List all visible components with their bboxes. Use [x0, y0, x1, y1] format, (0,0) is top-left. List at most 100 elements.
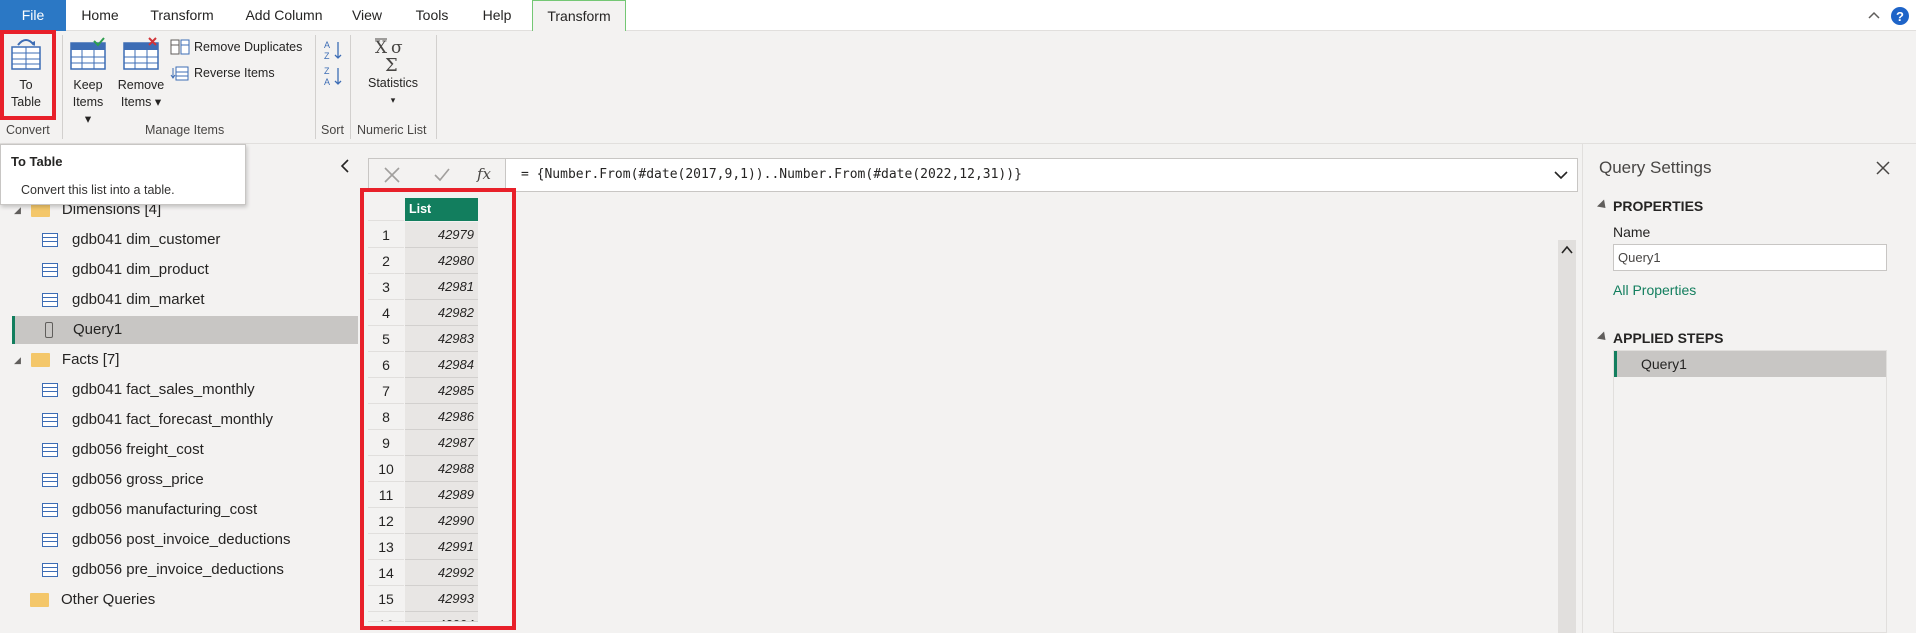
group-label-manage-items: Manage Items: [145, 123, 225, 137]
formula-input[interactable]: = {Number.From(#date(2017,9,1))..Number.…: [521, 167, 1022, 182]
tab-transform[interactable]: Transform: [140, 0, 224, 31]
highlight-to-table: [0, 30, 56, 120]
group-separator: [350, 35, 351, 139]
tab-home[interactable]: Home: [70, 0, 130, 31]
formula-bar: fx = {Number.From(#date(2017,9,1))..Numb…: [368, 158, 1578, 192]
keep-items-label-2: Items ▾: [72, 95, 104, 126]
reverse-items-button[interactable]: Reverse Items: [170, 65, 275, 81]
tab-help[interactable]: Help: [470, 0, 524, 31]
tab-view[interactable]: View: [342, 0, 392, 31]
tooltip-description: Convert this list into a table.: [21, 183, 175, 197]
tab-add-column[interactable]: Add Column: [236, 0, 332, 31]
group-label-sort: Sort: [321, 123, 344, 137]
table-icon: [42, 293, 58, 307]
table-icon: [42, 563, 58, 577]
collapse-triangle-icon[interactable]: [1596, 331, 1610, 344]
query-name-input[interactable]: [1613, 244, 1887, 271]
ribbon: To Table Convert Keep Items ▾ Remove Ite…: [0, 30, 1916, 144]
tab-list-transform[interactable]: Transform: [532, 0, 626, 32]
all-properties-link[interactable]: All Properties: [1613, 282, 1696, 298]
grid-vertical-scrollbar[interactable]: [1558, 240, 1576, 633]
folder-facts-label: Facts [7]: [61, 351, 120, 368]
applied-step[interactable]: Query1: [1614, 351, 1886, 377]
query-item-label: gdb041 fact_sales_monthly: [72, 381, 255, 398]
keep-items-label-1: Keep: [73, 78, 103, 92]
query-item-label: gdb056 freight_cost: [72, 441, 204, 458]
queries-pane: ◢ Dimensions [4] gdb041 dim_customer gdb…: [0, 144, 360, 633]
svg-text:?: ?: [1896, 9, 1904, 24]
remove-items-icon: [123, 37, 159, 70]
folder-icon: [30, 593, 49, 607]
query-item[interactable]: gdb041 dim_market: [42, 286, 342, 314]
table-icon: [42, 473, 58, 487]
table-icon: [42, 263, 58, 277]
remove-items-label-2: Items ▾: [120, 95, 162, 109]
remove-items-button[interactable]: Remove Items ▾: [116, 37, 166, 117]
folder-icon: [30, 353, 50, 367]
remove-duplicates-button[interactable]: Remove Duplicates: [170, 39, 302, 55]
keep-items-button[interactable]: Keep Items ▾: [68, 37, 108, 126]
query-item[interactable]: gdb041 dim_product: [42, 256, 342, 284]
svg-text:Z: Z: [324, 66, 330, 76]
query-item[interactable]: gdb056 manufacturing_cost: [42, 496, 342, 524]
check-icon[interactable]: [433, 166, 451, 184]
query-item[interactable]: gdb056 gross_price: [42, 466, 342, 494]
query-item-label: gdb056 pre_invoice_deductions: [72, 561, 284, 578]
svg-text:Σ: Σ: [385, 55, 398, 73]
query-item[interactable]: gdb056 pre_invoice_deductions: [42, 556, 342, 584]
chevron-down-icon: ▾: [390, 95, 396, 105]
group-separator: [62, 35, 63, 139]
query-item-label: gdb056 manufacturing_cost: [72, 501, 258, 518]
sort-descending-icon[interactable]: ZA: [323, 65, 345, 87]
expand-triangle-icon: ◢: [14, 355, 21, 365]
scroll-up-icon[interactable]: [1560, 244, 1574, 256]
help-icon[interactable]: ?: [1890, 6, 1910, 26]
keep-items-icon: [70, 37, 106, 70]
query-item[interactable]: gdb041 fact_forecast_monthly: [42, 406, 342, 434]
remove-duplicates-icon: [170, 39, 190, 55]
folder-icon: [30, 203, 50, 217]
cancel-icon[interactable]: [383, 166, 401, 184]
folder-other-queries[interactable]: Other Queries: [30, 586, 155, 614]
collapse-pane-icon[interactable]: [338, 158, 352, 174]
group-separator: [436, 35, 437, 139]
group-label-convert: Convert: [6, 123, 50, 137]
list-icon: [45, 322, 53, 338]
query-item[interactable]: gdb041 dim_customer: [42, 226, 342, 254]
reverse-items-icon: [170, 66, 189, 81]
statistics-button[interactable]: X σ Σ Statistics ▾: [360, 37, 426, 117]
tab-file[interactable]: File: [0, 0, 66, 31]
folder-other-queries-label: Other Queries: [61, 591, 156, 608]
query-item[interactable]: gdb056 post_invoice_deductions: [42, 526, 342, 554]
sort-ascending-icon[interactable]: AZ: [323, 39, 345, 61]
svg-text:Z: Z: [324, 51, 330, 61]
tooltip-title: To Table: [11, 154, 63, 169]
remove-items-label-1: Remove: [117, 78, 165, 92]
expand-formula-icon[interactable]: [1553, 169, 1569, 181]
query-item-selected[interactable]: Query1: [12, 316, 358, 344]
tab-tools[interactable]: Tools: [404, 0, 460, 31]
query-settings-pane: Query Settings PROPERTIES Name All Prope…: [1582, 144, 1916, 633]
formula-bar-buttons: fx: [369, 159, 506, 191]
collapse-ribbon-icon[interactable]: [1867, 9, 1881, 21]
query-item-label: gdb056 post_invoice_deductions: [72, 531, 291, 548]
folder-facts[interactable]: ◢ Facts [7]: [14, 346, 119, 374]
query-item-label: gdb056 gross_price: [72, 471, 204, 488]
table-icon: [42, 233, 58, 247]
query-item-label: gdb041 dim_market: [72, 291, 205, 308]
table-icon: [42, 413, 58, 427]
applied-steps-list: Query1: [1613, 350, 1887, 633]
reverse-items-label: Reverse Items: [194, 66, 275, 80]
fx-button[interactable]: fx: [477, 165, 491, 183]
collapse-triangle-icon[interactable]: [1596, 199, 1610, 212]
query-item[interactable]: gdb041 fact_sales_monthly: [42, 376, 342, 404]
query-item-label: gdb041 dim_customer: [72, 231, 221, 248]
group-separator: [315, 35, 316, 139]
query-item-label: gdb041 dim_product: [72, 261, 209, 278]
table-icon: [42, 383, 58, 397]
close-icon[interactable]: [1875, 160, 1891, 176]
query-item[interactable]: gdb056 freight_cost: [42, 436, 342, 464]
group-label-numeric-list: Numeric List: [357, 123, 427, 137]
ribbon-tab-bar: File Home Transform Add Column View Tool…: [0, 0, 1916, 32]
query-settings-title: Query Settings: [1599, 158, 1712, 177]
